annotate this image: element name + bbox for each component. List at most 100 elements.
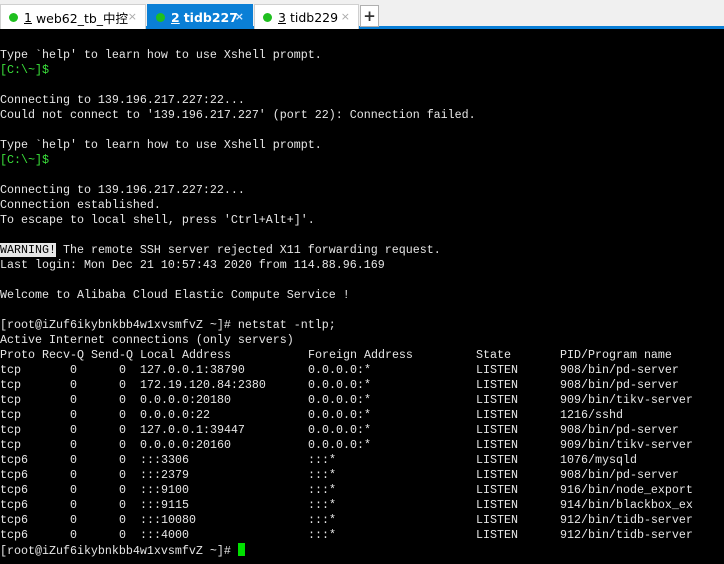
- cell-state: LISTEN: [476, 483, 518, 497]
- cell-foreign-address: :::*: [308, 513, 336, 527]
- cell-send-q: 0: [119, 378, 126, 392]
- cell-recv-q: 0: [70, 423, 77, 437]
- cell-send-q: 0: [119, 408, 126, 422]
- final-prompt-line: [root@iZuf6ikybnkbb4w1xvsmfvZ ~]#: [0, 543, 724, 558]
- cell-state: LISTEN: [476, 528, 518, 542]
- cell-foreign-address: :::*: [308, 453, 336, 467]
- connected-status-icon: [156, 12, 165, 22]
- cell-state: LISTEN: [476, 363, 518, 377]
- cell-program: 912/bin/tidb-server: [560, 528, 693, 542]
- cell-state: LISTEN: [476, 408, 518, 422]
- cell-state: LISTEN: [476, 393, 518, 407]
- cell-proto: tcp: [0, 363, 21, 377]
- cell-state: LISTEN: [476, 453, 518, 467]
- cell-foreign-address: :::*: [308, 468, 336, 482]
- tab-tidb227[interactable]: 2 tidb227 ×: [147, 4, 253, 29]
- cell-recv-q: 0: [70, 498, 77, 512]
- command-line: [root@iZuf6ikybnkbb4w1xvsmfvZ ~]# netsta…: [0, 318, 336, 332]
- cell-local-address: :::9100: [140, 483, 189, 497]
- cell-proto: tcp: [0, 378, 21, 392]
- table-row: tcp 0 0 0.0.0.0:22 0.0.0.0:* LISTEN 1216/sshd: [0, 408, 724, 423]
- cell-local-address: :::9115: [140, 498, 189, 512]
- cell-proto: tcp: [0, 393, 21, 407]
- header-local-address: Local Address: [140, 348, 231, 362]
- cell-local-address: 127.0.0.1:39447: [140, 423, 245, 437]
- cell-local-address: :::2379: [140, 468, 189, 482]
- cell-send-q: 0: [119, 468, 126, 482]
- cell-state: LISTEN: [476, 498, 518, 512]
- terminal-line: Connecting to 139.196.217.227:22...: [0, 183, 245, 197]
- cell-send-q: 0: [119, 528, 126, 542]
- cell-local-address: :::3306: [140, 453, 189, 467]
- table-row: tcp 0 0 127.0.0.1:38790 0.0.0.0:* LISTEN 908/b…: [0, 363, 724, 378]
- table-row: tcp 0 0 127.0.0.1:39447 0.0.0.0:* LISTEN 908/b…: [0, 423, 724, 438]
- cell-proto: tcp6: [0, 498, 28, 512]
- header-proto: Proto: [0, 348, 35, 362]
- cell-proto: tcp6: [0, 468, 28, 482]
- cell-foreign-address: 0.0.0.0:*: [308, 423, 371, 437]
- cell-state: LISTEN: [476, 513, 518, 527]
- cell-send-q: 0: [119, 438, 126, 452]
- tab-label: tidb227: [183, 9, 238, 25]
- tab-number: 1: [24, 9, 32, 25]
- header-state: State: [476, 348, 511, 362]
- tab-web62[interactable]: 1 web62_tb_中控 ×: [0, 4, 146, 29]
- cell-proto: tcp6: [0, 528, 28, 542]
- connected-status-icon: [263, 12, 272, 22]
- tab-label: web62_tb_中控: [35, 10, 129, 26]
- cell-local-address: 0.0.0.0:20180: [140, 393, 231, 407]
- table-row: tcp 0 0 0.0.0.0:20160 0.0.0.0:* LISTEN 909/bin…: [0, 438, 724, 453]
- cell-proto: tcp: [0, 423, 21, 437]
- cell-recv-q: 0: [70, 453, 77, 467]
- header-foreign-address: Foreign Address: [308, 348, 413, 362]
- cell-foreign-address: 0.0.0.0:*: [308, 438, 371, 452]
- cell-proto: tcp6: [0, 483, 28, 497]
- table-row: tcp 0 0 0.0.0.0:20180 0.0.0.0:* LISTEN 909/bin…: [0, 393, 724, 408]
- cell-program: 908/bin/pd-server: [560, 378, 679, 392]
- cell-send-q: 0: [119, 423, 126, 437]
- cell-state: LISTEN: [476, 378, 518, 392]
- cell-program: 909/bin/tikv-server: [560, 438, 693, 452]
- cell-send-q: 0: [119, 393, 126, 407]
- cell-recv-q: 0: [70, 393, 77, 407]
- cell-proto: tcp: [0, 438, 21, 452]
- terminal-line: Type `help' to learn how to use Xshell p…: [0, 48, 322, 62]
- terminal-line: Last login: Mon Dec 21 10:57:43 2020 fro…: [0, 258, 385, 272]
- header-program: PID/Program name: [560, 348, 672, 362]
- close-tab-icon[interactable]: ×: [341, 10, 350, 23]
- close-tab-icon[interactable]: ×: [128, 10, 137, 23]
- cell-local-address: :::4000: [140, 528, 189, 542]
- cell-recv-q: 0: [70, 408, 77, 422]
- new-tab-button[interactable]: +: [360, 5, 379, 27]
- cell-send-q: 0: [119, 363, 126, 377]
- tab-number: 3: [278, 9, 286, 25]
- cell-local-address: 0.0.0.0:20160: [140, 438, 231, 452]
- header-send-q: Send-Q: [91, 348, 133, 362]
- cell-proto: tcp: [0, 408, 21, 422]
- table-row: tcp6 0 0:::10080:::* LISTEN 912/bin/tidb-ser…: [0, 513, 724, 528]
- terminal[interactable]: Type `help' to learn how to use Xshell p…: [0, 33, 724, 564]
- table-row: tcp6 0 0:::9100:::* LISTEN 916/bin/node_expo…: [0, 483, 724, 498]
- cell-foreign-address: 0.0.0.0:*: [308, 408, 371, 422]
- close-tab-icon[interactable]: ×: [235, 10, 244, 23]
- cell-recv-q: 0: [70, 468, 77, 482]
- netstat-table: Proto Recv-Q Send-Q Local Address Foreign Ad…: [0, 348, 724, 543]
- cell-recv-q: 0: [70, 513, 77, 527]
- cell-recv-q: 0: [70, 483, 77, 497]
- local-prompt: [C:\~]$: [0, 153, 49, 167]
- terminal-line: Active Internet connections (only server…: [0, 333, 294, 347]
- cell-recv-q: 0: [70, 438, 77, 452]
- tab-label: tidb229: [289, 9, 339, 25]
- cell-send-q: 0: [119, 513, 126, 527]
- cursor: [237, 543, 245, 556]
- terminal-line: Could not connect to '139.196.217.227' (…: [0, 108, 476, 122]
- cell-local-address: 172.19.120.84:2380: [140, 378, 266, 392]
- cell-program: 912/bin/tidb-server: [560, 513, 693, 527]
- cell-recv-q: 0: [70, 363, 77, 377]
- warning-tag: WARNING!: [0, 243, 56, 257]
- cell-send-q: 0: [119, 483, 126, 497]
- terminal-line: Welcome to Alibaba Cloud Elastic Compute…: [0, 288, 350, 302]
- table-row: tcp6 0 0:::2379:::* LISTEN 908/bin/pd-server: [0, 468, 724, 483]
- tab-tidb229[interactable]: 3 tidb229 ×: [254, 4, 359, 29]
- cell-state: LISTEN: [476, 423, 518, 437]
